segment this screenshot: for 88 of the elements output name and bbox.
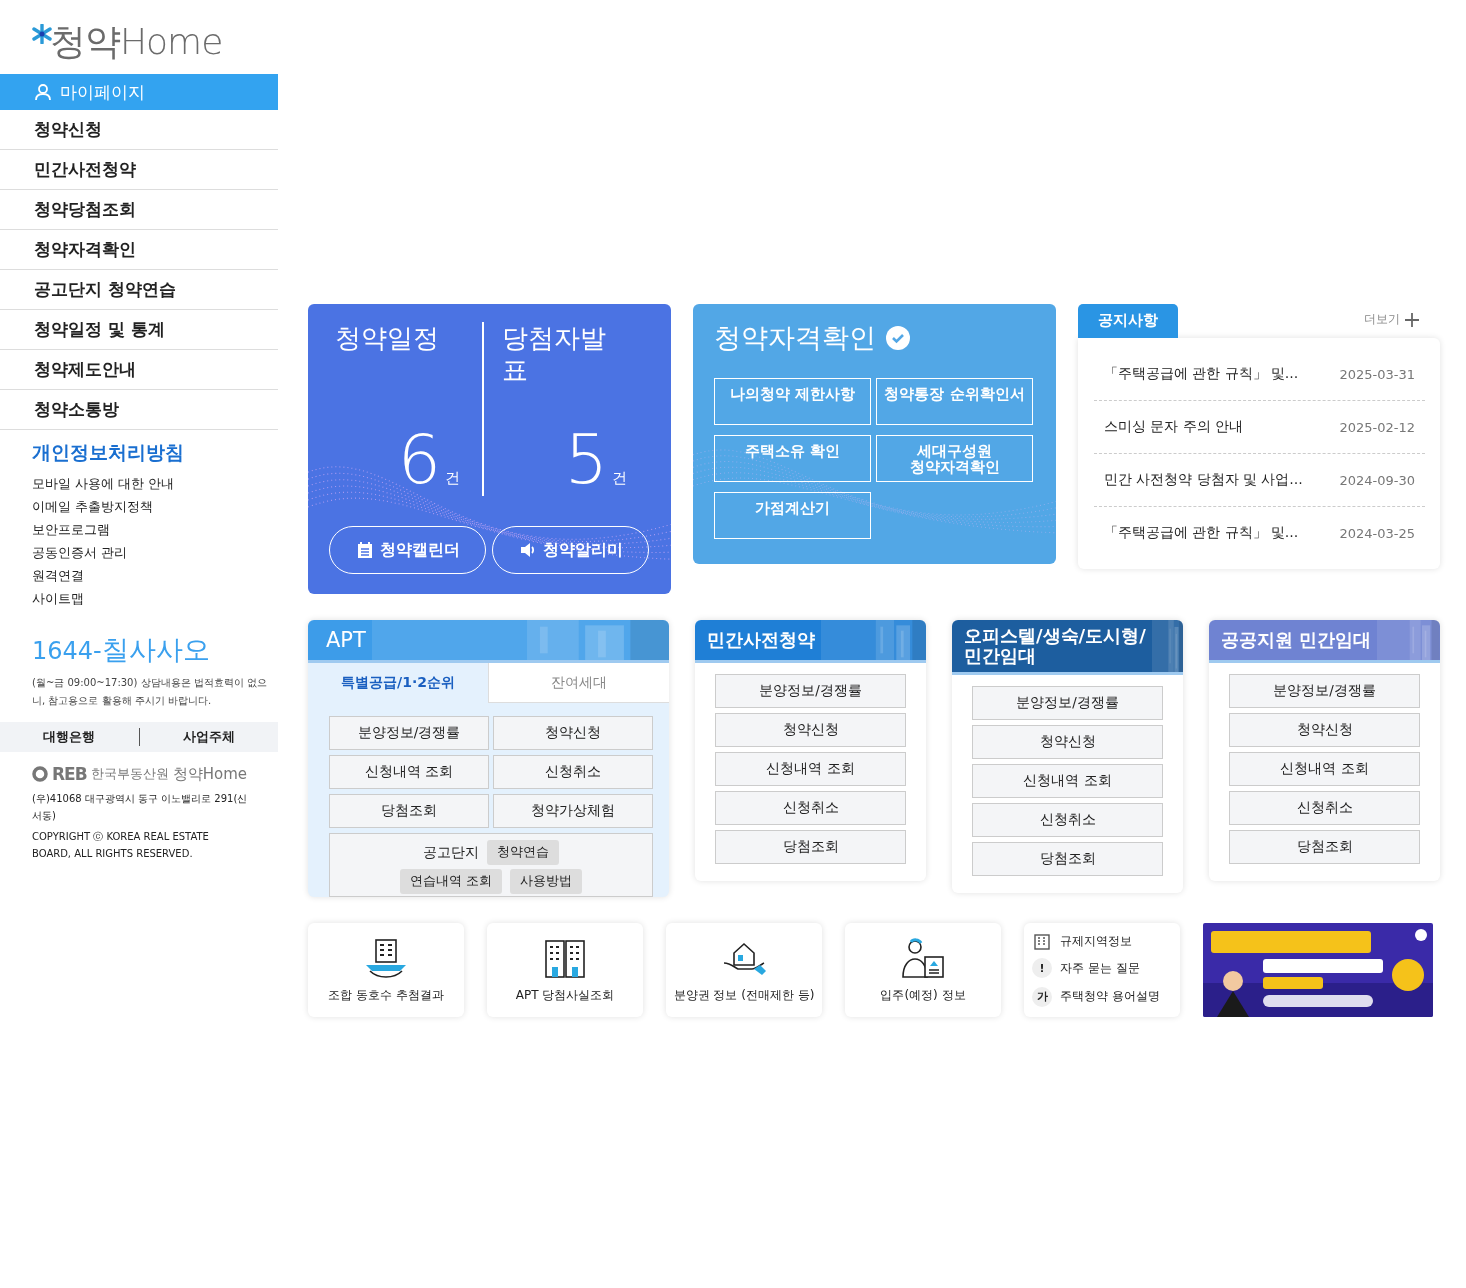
menu-button[interactable]: 분양정보/경쟁률 <box>715 674 906 708</box>
count-number: 5 <box>564 424 608 496</box>
menu-item[interactable]: 청약소통방 <box>0 390 278 430</box>
menu-button[interactable]: 신청취소 <box>493 755 653 789</box>
notice-title[interactable]: 「주택공급에 관한 규칙」 및… <box>1094 365 1299 383</box>
logo-text[interactable]: 청약Home <box>50 17 223 67</box>
card-title[interactable]: 당첨자발표 <box>502 322 622 386</box>
menu-button[interactable]: 청약가상체험 <box>493 794 653 828</box>
quick-link[interactable]: 분양권 정보 (전매제한 등) <box>666 923 822 1017</box>
practice-label: 공고단지 <box>423 843 479 862</box>
card-title[interactable]: 청약일정 <box>335 322 455 354</box>
panel-title: 공공지원 민간임대 <box>1221 630 1372 650</box>
notice-title[interactable]: 스미싱 문자 주의 안내 <box>1094 418 1243 436</box>
menu-button[interactable]: 당첨조회 <box>715 830 906 864</box>
calendar-icon <box>355 541 374 559</box>
footer-link[interactable]: 모바일 사용에 대한 안내 <box>32 472 278 495</box>
hours-note: (월~금 09:00~17:30) 상담내용은 법적효력이 없으니, 참고용으로 활용해 주시기 바랍니다. <box>32 676 268 708</box>
more-link[interactable]: 더보기 <box>1364 311 1400 328</box>
menu-button[interactable]: 청약신청 <box>715 713 906 747</box>
menu-button[interactable]: 신청내역 조회 <box>972 764 1163 798</box>
footer-tab[interactable]: 대행은행 <box>0 728 139 746</box>
footer-link[interactable]: 보안프로그램 <box>32 518 278 541</box>
quick-link[interactable]: 조합 동호수 추첨결과 <box>308 923 464 1017</box>
building-icon <box>1032 933 1052 950</box>
menu-item[interactable]: 민간사전청약 <box>0 150 278 190</box>
menu-item[interactable]: 청약당첨조회 <box>0 190 278 230</box>
footer-tab[interactable]: 사업주체 <box>139 728 278 746</box>
menu-button[interactable]: 신청취소 <box>1229 791 1420 825</box>
logo-text: 한국부동산원 <box>90 765 169 783</box>
menu-item[interactable]: 청약자격확인 <box>0 230 278 270</box>
menu-button[interactable]: 신청내역 조회 <box>715 752 906 786</box>
count-number: 6 <box>397 424 441 496</box>
count-unit: 건 <box>612 469 627 488</box>
notice-date: 2025-03-31 <box>1339 366 1416 382</box>
footer-link[interactable]: 공동인증서 관리 <box>32 541 278 564</box>
person-document-icon <box>899 936 947 979</box>
info-link[interactable]: 규제지역정보 <box>1060 933 1132 951</box>
notice-title[interactable]: 민간 사전청약 당첨자 및 사업… <box>1094 471 1303 489</box>
notice-date: 2025-02-12 <box>1339 419 1416 435</box>
footer-link[interactable]: 사이트맵 <box>32 587 278 610</box>
panel-title: 오피스텔/생숙/도시형/ 민간임대 <box>964 626 1146 666</box>
glyph-icon: 가 <box>1032 986 1052 1007</box>
menu-button[interactable]: 신청내역 조회 <box>1229 752 1420 786</box>
check-icon <box>886 326 910 350</box>
footer-link[interactable]: 원격연결 <box>32 564 278 587</box>
small-button[interactable]: 청약연습 <box>487 840 559 865</box>
menu-button[interactable]: 신청취소 <box>972 803 1163 837</box>
menu-button[interactable]: 청약신청 <box>493 716 653 750</box>
small-button[interactable]: 연습내역 조회 <box>400 869 502 894</box>
info-link[interactable]: 자주 묻는 질문 <box>1060 960 1140 977</box>
menu-button[interactable]: 당첨조회 <box>1229 830 1420 864</box>
small-button[interactable]: 사용방법 <box>510 869 582 894</box>
menu-item[interactable]: 청약제도안내 <box>0 350 278 390</box>
user-icon <box>34 83 52 101</box>
quick-link[interactable]: APT 당첨사실조회 <box>487 923 643 1017</box>
menu-button[interactable]: 분양정보/경쟁률 <box>1229 674 1420 708</box>
menu-button[interactable]: 신청내역 조회 <box>329 755 489 789</box>
copyright-text: COPYRIGHT ⓒ KOREA REAL ESTATE BOARD, ALL RIGHTS RESERVED. <box>32 830 210 861</box>
privacy-policy-link[interactable]: 개인정보처리방침 <box>32 440 278 466</box>
menu-button[interactable]: 청약신청 <box>972 725 1163 759</box>
star-icon <box>32 24 52 44</box>
tab[interactable]: 잔여세대 <box>488 663 669 703</box>
speaker-icon <box>518 541 537 559</box>
phone-number: 1644-칠사사오 <box>32 633 211 667</box>
menu-button[interactable]: 신청취소 <box>715 791 906 825</box>
glyph-icon: ! <box>1032 958 1052 979</box>
notice-date: 2024-03-25 <box>1339 525 1416 541</box>
notice-date: 2024-09-30 <box>1339 472 1416 488</box>
logo-text: REB <box>52 764 87 784</box>
ring-icon <box>32 766 48 782</box>
info-link[interactable]: 주택청약 용어설명 <box>1060 988 1160 1006</box>
plus-icon[interactable] <box>1404 311 1420 328</box>
menu-button[interactable]: 분양정보/경쟁률 <box>972 686 1163 720</box>
footer-link[interactable]: 이메일 추출방지정책 <box>32 495 278 518</box>
menu-button[interactable]: 분양정보/경쟁률 <box>329 716 489 750</box>
logo-text: 청약Home <box>172 764 247 784</box>
quick-link[interactable]: 입주(예정) 정보 <box>845 923 1001 1017</box>
menu-item[interactable]: 청약신청 <box>0 110 278 150</box>
panel-title: APT <box>325 630 366 650</box>
address-text: (우)41068 대구광역시 동구 이노밸리로 291(신서동) <box>32 792 248 823</box>
menu-button[interactable]: 당첨조회 <box>972 842 1163 876</box>
panel-title: 민간사전청약 <box>707 630 815 650</box>
count-unit: 건 <box>445 469 460 488</box>
menu-item[interactable]: 공고단지 청약연습 <box>0 270 278 310</box>
menu-item[interactable]: 청약일정 및 통계 <box>0 310 278 350</box>
notice-title[interactable]: 「주택공급에 관한 규칙」 및… <box>1094 524 1299 542</box>
menu-button[interactable]: 청약신청 <box>1229 713 1420 747</box>
menu-button[interactable]: 당첨조회 <box>329 794 489 828</box>
